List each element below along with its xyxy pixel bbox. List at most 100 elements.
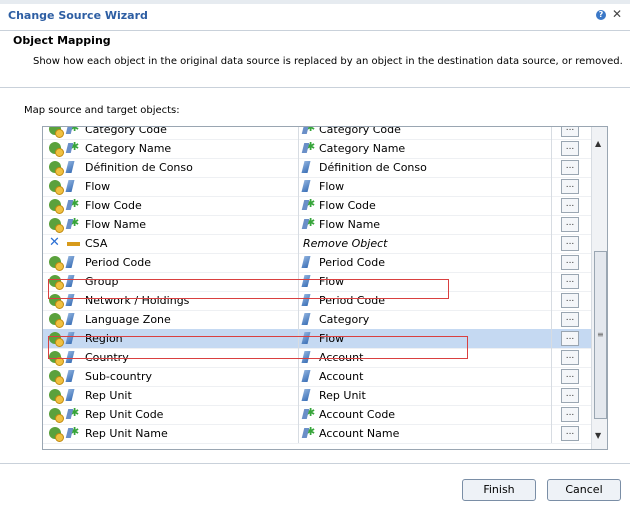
mapping-row[interactable]: Period Code Period Code... (43, 253, 591, 273)
help-icon[interactable]: ? (596, 10, 606, 20)
target-cell[interactable]: Category Code (299, 127, 552, 139)
title-bar: Change Source Wizard ? ✕ (0, 0, 630, 31)
scroll-down-arrow-icon[interactable]: ▼ (595, 431, 601, 440)
source-object-label: Category Name (85, 142, 172, 155)
cancel-button[interactable]: Cancel (547, 479, 621, 501)
mapping-row[interactable]: Flow Name Flow Name... (43, 215, 591, 235)
mapping-row[interactable]: Rep Unit Code Account Code... (43, 405, 591, 425)
source-object-label: CSA (85, 237, 108, 250)
source-cell[interactable]: Définition de Conso (43, 158, 299, 177)
target-cell[interactable]: Account Code (299, 405, 552, 424)
browse-button[interactable]: ... (561, 350, 579, 365)
mapping-row[interactable]: Language Zone Category... (43, 310, 591, 330)
browse-button[interactable]: ... (561, 274, 579, 289)
target-cell[interactable]: Category (299, 310, 552, 329)
dimension-icon (65, 370, 75, 382)
mapped-status-icon (49, 408, 64, 423)
source-object-label: Flow Code (85, 199, 142, 212)
source-object-label: Flow Name (85, 218, 147, 231)
target-cell[interactable]: Account Name (299, 424, 552, 443)
step-heading: Object Mapping (13, 34, 111, 47)
source-cell[interactable]: Sub-country (43, 367, 299, 386)
mapping-row[interactable]: Flow Flow... (43, 177, 591, 197)
target-cell[interactable]: Period Code (299, 253, 552, 272)
target-cell[interactable]: Définition de Conso (299, 158, 552, 177)
target-object-label: Définition de Conso (319, 161, 427, 174)
footer-divider (0, 463, 630, 464)
finish-button[interactable]: Finish (462, 479, 536, 501)
source-cell[interactable]: Flow Code (43, 196, 299, 215)
attribute-icon (303, 406, 315, 420)
browse-button[interactable]: ... (561, 312, 579, 327)
dimension-icon (301, 370, 311, 382)
browse-button[interactable]: ... (561, 127, 579, 137)
dimension-icon (301, 389, 311, 401)
source-cell[interactable]: Rep Unit (43, 386, 299, 405)
attribute-icon (303, 127, 315, 135)
scroll-up-arrow-icon[interactable]: ▲ (595, 139, 601, 148)
attribute-icon (303, 216, 315, 230)
target-cell[interactable]: Category Name (299, 139, 552, 158)
close-icon[interactable]: ✕ (612, 7, 622, 21)
browse-button[interactable]: ... (561, 255, 579, 270)
remove-status-icon: ✕ (49, 235, 60, 250)
browse-button[interactable]: ... (561, 407, 579, 422)
vertical-scrollbar[interactable]: ▲ ≡ ▼ (591, 127, 607, 449)
source-object-label: Period Code (85, 256, 151, 269)
dimension-icon (65, 161, 75, 173)
wizard-header: Object Mapping Show how each object in t… (0, 31, 630, 88)
scroll-thumb[interactable]: ≡ (594, 251, 607, 419)
browse-button[interactable]: ... (561, 426, 579, 441)
mapping-row[interactable]: Sub-country Account... (43, 367, 591, 387)
source-cell[interactable]: Rep Unit Name (43, 424, 299, 443)
source-cell[interactable]: Language Zone (43, 310, 299, 329)
mapped-status-icon (49, 218, 64, 233)
browse-button[interactable]: ... (561, 217, 579, 232)
browse-button[interactable]: ... (561, 293, 579, 308)
target-object-label: Account (319, 370, 364, 383)
source-object-label: Sub-country (85, 370, 152, 383)
target-cell[interactable]: Flow Code (299, 196, 552, 215)
source-cell[interactable]: Flow Name (43, 215, 299, 234)
browse-button[interactable]: ... (561, 388, 579, 403)
source-object-label: Rep Unit Name (85, 427, 168, 440)
browse-button[interactable]: ... (561, 331, 579, 346)
source-cell[interactable]: Category Name (43, 139, 299, 158)
attribute-icon (303, 140, 315, 154)
source-cell[interactable]: Period Code (43, 253, 299, 272)
mapping-row[interactable]: Category Name Category Name... (43, 139, 591, 159)
source-cell[interactable]: Rep Unit Code (43, 405, 299, 424)
mapping-row[interactable]: ✕ CSA Remove Object... (43, 234, 591, 254)
browse-button[interactable]: ... (561, 160, 579, 175)
browse-button[interactable]: ... (561, 236, 579, 251)
browse-button[interactable]: ... (561, 141, 579, 156)
browse-button[interactable]: ... (561, 369, 579, 384)
target-cell[interactable]: Account (299, 367, 552, 386)
browse-button[interactable]: ... (561, 179, 579, 194)
target-cell[interactable]: Rep Unit (299, 386, 552, 405)
browse-button[interactable]: ... (561, 198, 579, 213)
source-object-label: Flow (85, 180, 111, 193)
attribute-icon (67, 197, 79, 211)
source-object-label: Rep Unit Code (85, 408, 164, 421)
dimension-icon (65, 389, 75, 401)
mapping-row[interactable]: Flow Code Flow Code... (43, 196, 591, 216)
mapping-row[interactable]: Rep Unit Name Account Name... (43, 424, 591, 444)
dimension-icon (301, 256, 311, 268)
title-strip (0, 0, 630, 4)
source-cell[interactable]: Category Code (43, 127, 299, 139)
mapping-row[interactable]: Rep Unit Rep Unit... (43, 386, 591, 406)
source-cell[interactable]: Flow (43, 177, 299, 196)
dimension-icon (301, 161, 311, 173)
mapped-status-icon (49, 161, 64, 176)
scroll-grip-icon: ≡ (597, 330, 604, 339)
source-cell[interactable]: ✕ CSA (43, 234, 299, 253)
target-cell[interactable]: Flow Name (299, 215, 552, 234)
mapped-status-icon (49, 127, 64, 138)
attribute-icon (67, 425, 79, 439)
mapped-status-icon (49, 142, 64, 157)
target-cell[interactable]: Remove Object (299, 234, 552, 253)
target-cell[interactable]: Flow (299, 177, 552, 196)
mapping-row[interactable]: Définition de Conso Définition de Conso..… (43, 158, 591, 178)
attribute-icon (67, 216, 79, 230)
